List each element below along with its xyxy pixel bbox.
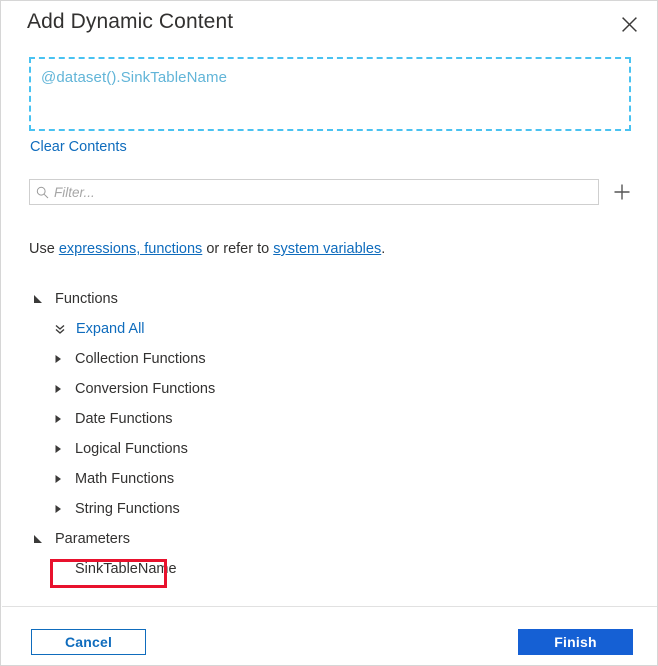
tree-group-parameters-label: Parameters — [55, 531, 130, 547]
tree-item-conversion-functions[interactable]: Conversion Functions — [1, 374, 657, 404]
hint-middle: or refer to — [202, 241, 274, 257]
finish-button[interactable]: Finish — [518, 629, 633, 655]
tree-item-math-functions[interactable]: Math Functions — [1, 464, 657, 494]
clear-contents-link[interactable]: Clear Contents — [30, 139, 127, 155]
double-chevron-down-glyph — [55, 324, 65, 334]
tree-group-functions[interactable]: Functions — [1, 284, 657, 314]
search-glyph — [36, 186, 48, 198]
triangle-right-icon — [53, 382, 67, 396]
search-icon — [30, 186, 54, 199]
triangle-right-icon — [53, 352, 67, 366]
tree-item-sink-table-name[interactable]: SinkTableName — [1, 554, 657, 584]
plus-glyph — [614, 184, 630, 200]
triangle-down-icon — [33, 532, 47, 546]
triangle-down-glyph — [34, 295, 42, 303]
page-title: Add Dynamic Content — [27, 10, 234, 33]
triangle-right-glyph — [55, 355, 61, 363]
triangle-right-glyph — [55, 385, 61, 393]
parameter-label: SinkTableName — [75, 561, 177, 577]
close-icon[interactable] — [613, 9, 645, 39]
plus-icon[interactable] — [609, 179, 635, 205]
triangle-right-glyph — [55, 505, 61, 513]
tree-item-string-functions[interactable]: String Functions — [1, 494, 657, 524]
expand-all-row[interactable]: Expand All — [1, 314, 657, 344]
tree-item-logical-functions[interactable]: Logical Functions — [1, 434, 657, 464]
tree-item-label: Math Functions — [75, 471, 175, 487]
tree-group-functions-label: Functions — [55, 291, 118, 307]
triangle-right-glyph — [55, 445, 61, 453]
triangle-right-icon — [53, 502, 67, 516]
dialog-header: Add Dynamic Content — [1, 1, 657, 49]
expressions-functions-link[interactable]: expressions, functions — [59, 241, 202, 257]
hint-text: Use expressions, functions or refer to s… — [29, 241, 385, 257]
tree-item-collection-functions[interactable]: Collection Functions — [1, 344, 657, 374]
tree-item-label: Logical Functions — [75, 441, 188, 457]
triangle-right-icon — [53, 472, 67, 486]
system-variables-link[interactable]: system variables — [273, 241, 381, 257]
hint-prefix: Use — [29, 241, 59, 257]
hint-suffix: . — [381, 241, 386, 257]
tree-group-parameters[interactable]: Parameters — [1, 524, 657, 554]
cancel-button[interactable]: Cancel — [31, 629, 146, 655]
tree-item-date-functions[interactable]: Date Functions — [1, 404, 657, 434]
triangle-right-icon — [53, 442, 67, 456]
tree-item-label: String Functions — [75, 501, 180, 517]
triangle-down-icon — [33, 292, 47, 306]
content-tree: Functions Expand All Collection Function… — [1, 284, 657, 584]
triangle-down-glyph — [34, 535, 42, 543]
tree-item-label: Conversion Functions — [75, 381, 216, 397]
triangle-right-glyph — [55, 415, 61, 423]
triangle-right-glyph — [55, 475, 61, 483]
expression-editor[interactable]: @dataset().SinkTableName — [29, 57, 631, 131]
double-chevron-down-icon — [53, 322, 67, 336]
filter-input[interactable] — [54, 182, 598, 202]
tree-item-label: Date Functions — [75, 411, 173, 427]
expression-value: @dataset().SinkTableName — [41, 69, 228, 86]
tree-item-label: Collection Functions — [75, 351, 206, 367]
filter-input-wrapper[interactable] — [29, 179, 599, 205]
expand-all-label: Expand All — [76, 321, 145, 337]
footer-divider — [2, 606, 657, 607]
triangle-right-icon — [53, 412, 67, 426]
add-dynamic-content-dialog: Add Dynamic Content @dataset().SinkTable… — [0, 0, 658, 666]
close-glyph — [621, 16, 637, 32]
